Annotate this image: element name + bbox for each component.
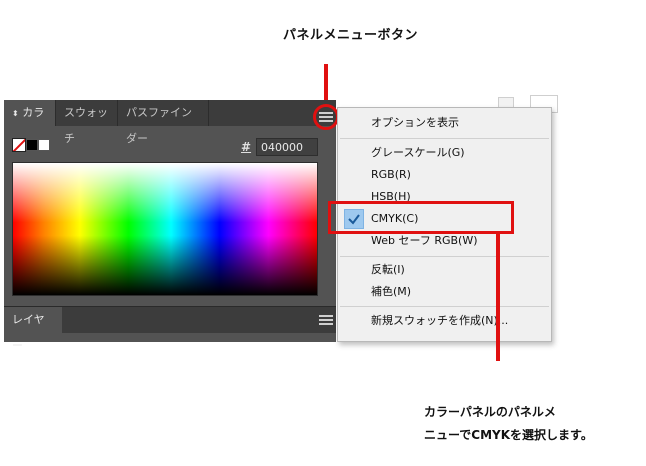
collapse-arrows-icon: ⬍ <box>12 109 19 118</box>
tab-layers[interactable]: レイヤー <box>4 307 62 352</box>
layers-panel-bar: レイヤー <box>4 306 336 352</box>
tab-color[interactable]: ⬍ カラー <box>4 100 56 146</box>
menu-separator <box>340 306 549 307</box>
panel-tab-bar: ⬍ カラー スウォッチ パスファインダー <box>4 100 336 146</box>
callout-panel-menu-button: パネルメニューボタン <box>283 28 419 43</box>
hex-input[interactable]: 040000 <box>256 138 318 156</box>
menu-item-rgb[interactable]: RGB(R) <box>338 164 551 186</box>
menu-item-show-options[interactable]: オプションを表示 <box>338 112 551 134</box>
layers-menu-button[interactable] <box>319 315 333 325</box>
callout-select-cmyk: カラーパネルのパネルメ ニューでCMYKを選択します。 <box>424 405 593 442</box>
cmyk-highlight-box <box>328 201 514 234</box>
color-spectrum[interactable] <box>12 162 318 296</box>
menu-lines-icon <box>319 315 333 325</box>
menu-separator <box>340 138 549 139</box>
tab-pathfinder[interactable]: パスファインダー <box>118 100 209 145</box>
menu-separator <box>340 256 549 257</box>
menu-item-complement[interactable]: 補色(M) <box>338 281 551 303</box>
hex-label: # <box>241 140 252 154</box>
menu-item-new-swatch[interactable]: 新規スウォッチを作成(N)... <box>338 310 551 332</box>
menu-item-invert[interactable]: 反転(I) <box>338 259 551 281</box>
menu-item-grayscale[interactable]: グレースケール(G) <box>338 142 551 164</box>
panel-menu-button-highlight <box>313 104 339 130</box>
callout-line-bottom <box>496 233 500 361</box>
tab-swatches[interactable]: スウォッチ <box>56 100 118 145</box>
fill-stroke-swatch-icon[interactable] <box>12 138 52 152</box>
